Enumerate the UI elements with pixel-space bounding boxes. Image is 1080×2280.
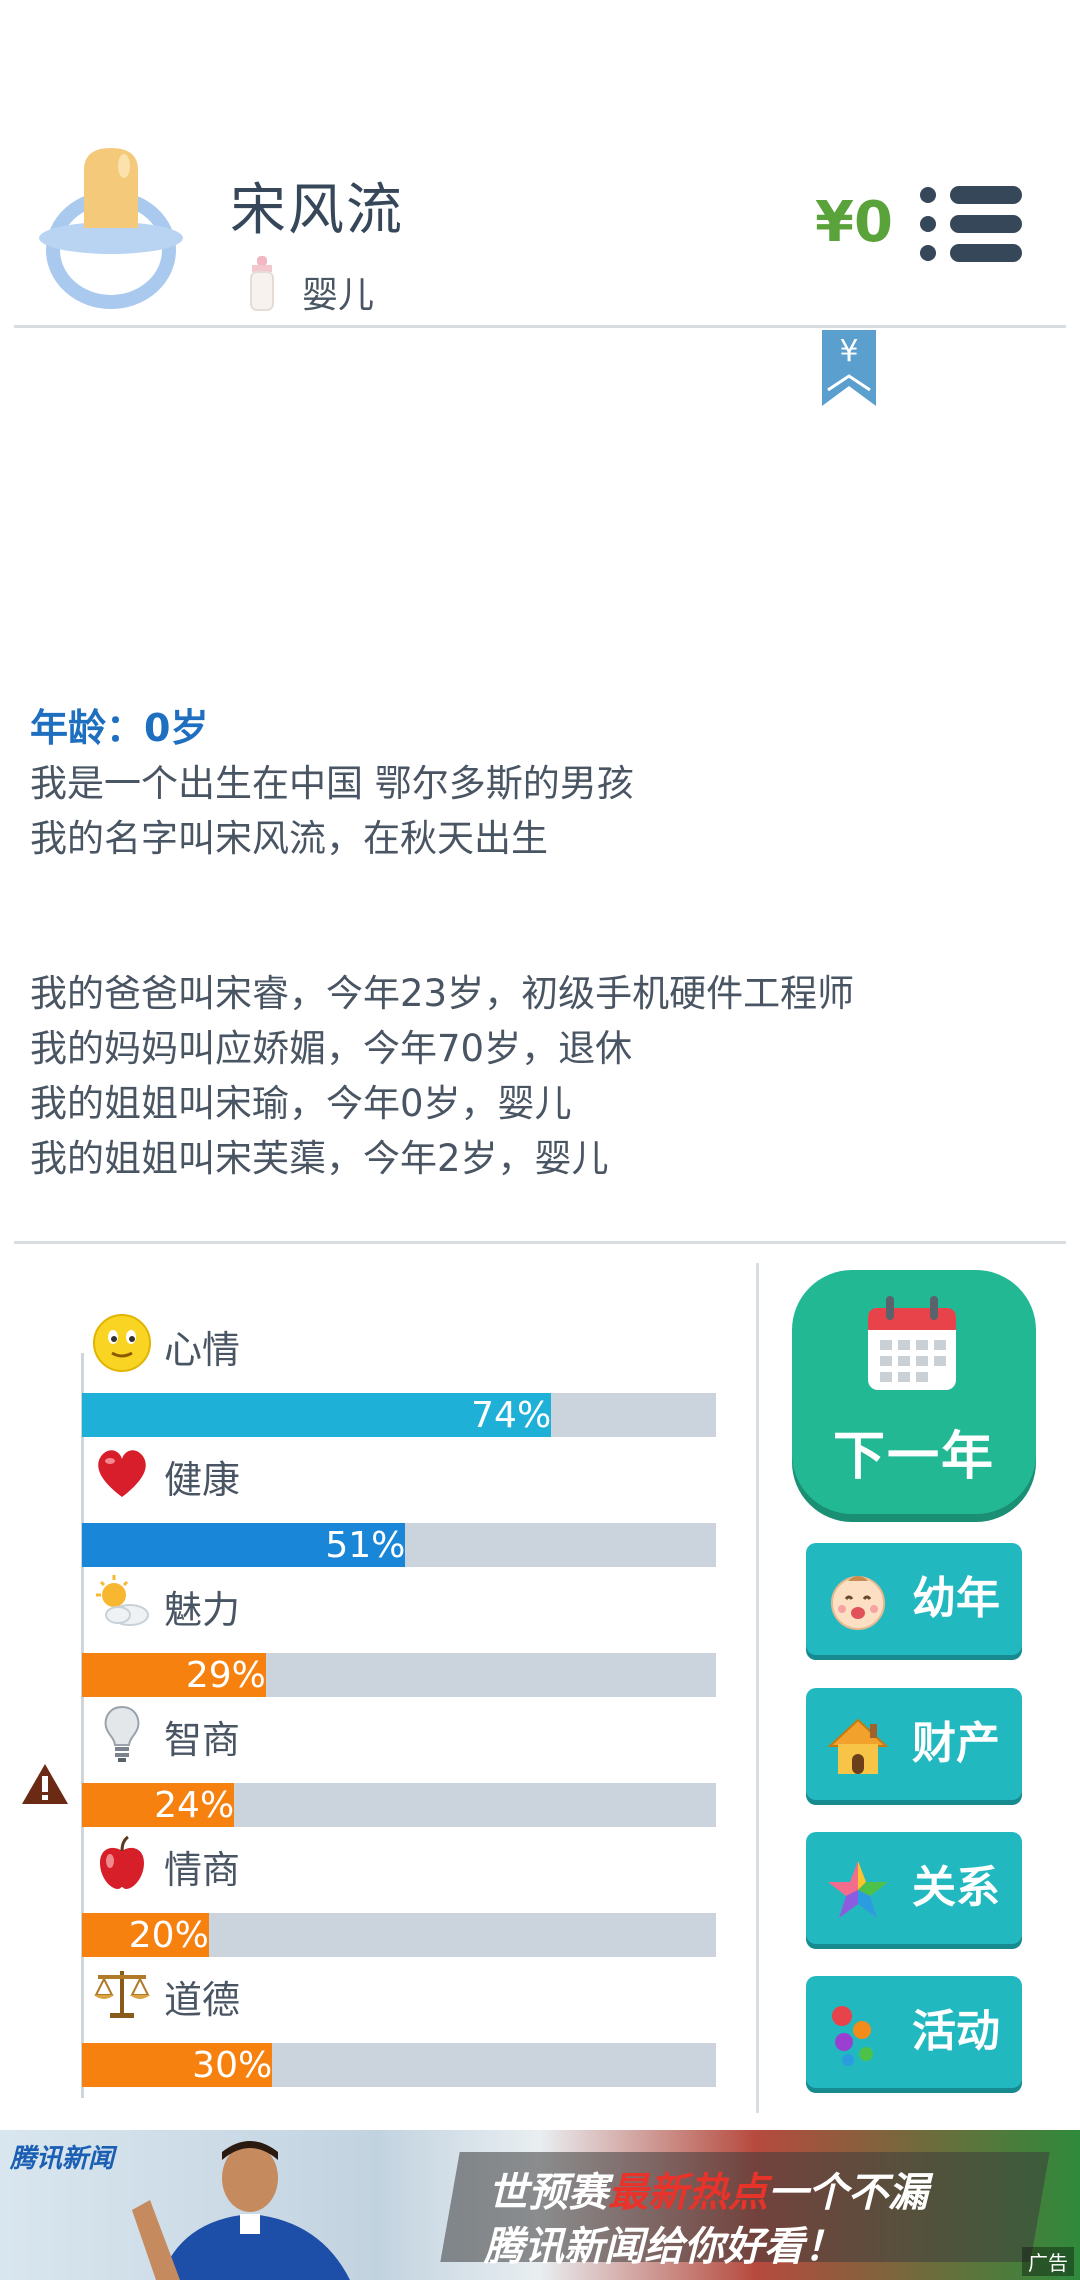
property-label: 财产	[912, 1718, 1000, 1769]
menu-icon-bar	[950, 186, 1022, 204]
house-icon	[827, 1718, 889, 1774]
ad-headline-part: 世预赛	[488, 2170, 608, 2216]
smiley-icon	[93, 1314, 151, 1372]
stat-bar-fill: 29%	[82, 1653, 266, 1697]
bookmark-symbol: ¥	[839, 334, 859, 369]
ad-tag: 广告	[1022, 2247, 1074, 2276]
stat-bar-track: 74%	[82, 1393, 716, 1437]
player-name: 宋风流	[230, 178, 404, 243]
menu-icon-dot	[920, 245, 936, 261]
stat-iq: 智商 24%	[82, 1699, 716, 1829]
relations-label: 关系	[912, 1862, 1000, 1913]
next-year-label: 下一年	[832, 1427, 995, 1487]
family-line: 我的姐姐叫宋瑜，今年0岁，婴儿	[30, 1082, 572, 1125]
stat-name: 健康	[164, 1458, 241, 1502]
ad-logo: 腾讯新闻	[10, 2144, 115, 2174]
activities-button[interactable]: 活动	[806, 1976, 1022, 2088]
money-balance: ¥0	[815, 190, 893, 255]
menu-button[interactable]	[920, 185, 1022, 263]
menu-icon-dot	[920, 216, 936, 232]
story-divider	[14, 1241, 1066, 1244]
stat-name: 魅力	[164, 1588, 241, 1632]
baby-face-icon	[831, 1576, 885, 1630]
stat-bar-fill: 74%	[82, 1393, 552, 1437]
childhood-button[interactable]: 幼年	[806, 1543, 1022, 1655]
stat-bar-fill: 20%	[82, 1913, 209, 1957]
baby-bottle-icon	[250, 256, 274, 311]
stat-mood: 心情 74%	[82, 1309, 716, 1439]
ad-headline-part: 一个不漏	[768, 2170, 928, 2216]
activities-label: 活动	[912, 2006, 1000, 2057]
panel-divider	[756, 1263, 759, 2113]
childhood-label: 幼年	[912, 1573, 1000, 1624]
family-line: 我的姐姐叫宋芙蕖，今年2岁，婴儿	[30, 1137, 609, 1180]
bookmark-ribbon[interactable]: ¥	[822, 330, 876, 406]
stat-percent: 30%	[192, 2045, 273, 2086]
stat-percent: 51%	[325, 1525, 406, 1566]
age-title: 年龄：0岁	[30, 706, 209, 750]
ad-banner[interactable]: 腾讯新闻 世预赛最新热点一个不漏 腾讯新闻给你好看！ 广告	[0, 2130, 1080, 2280]
stat-percent: 24%	[154, 1785, 235, 1826]
relations-button[interactable]: 关系	[806, 1832, 1022, 1944]
star-icon	[828, 1861, 888, 1918]
header-divider	[14, 325, 1066, 328]
stat-charm: 魅力 29%	[82, 1569, 716, 1699]
stat-bar-fill: 24%	[82, 1783, 235, 1827]
family-line: 我的爸爸叫宋睿，今年23岁，初级手机硬件工程师	[30, 972, 855, 1015]
ad-headline: 世预赛最新热点一个不漏	[488, 2160, 928, 2218]
lightbulb-icon	[104, 1705, 140, 1762]
pacifier-icon	[39, 148, 183, 309]
menu-icon-bar	[950, 215, 1022, 233]
ad-headline-hot: 最新热点	[608, 2170, 768, 2216]
scales-icon	[94, 1971, 150, 2018]
stat-name: 心情	[164, 1328, 241, 1372]
stat-percent: 74%	[471, 1395, 552, 1436]
stat-percent: 29%	[185, 1655, 266, 1696]
ad-player-image	[132, 2141, 350, 2280]
stat-bar-fill: 51%	[82, 1523, 406, 1567]
stat-health: 健康 51%	[82, 1439, 716, 1569]
story-line: 我是一个出生在中国 鄂尔多斯的男孩	[30, 762, 634, 805]
stat-morality: 道德 30%	[82, 1959, 716, 2089]
menu-icon-bar	[950, 244, 1022, 262]
menu-icon-dot	[920, 187, 936, 203]
ad-subline: 腾讯新闻给你好看！	[484, 2224, 844, 2270]
header: 宋风流 婴儿 ¥0	[0, 0, 1080, 330]
stat-percent: 20%	[128, 1915, 209, 1956]
stat-bar-fill: 30%	[82, 2043, 273, 2087]
sun-cloud-icon	[96, 1575, 149, 1626]
stat-bar-track: 20%	[82, 1913, 716, 1957]
apple-icon	[100, 1835, 144, 1889]
stat-name: 道德	[164, 1978, 241, 2022]
stat-bar-track: 29%	[82, 1653, 716, 1697]
property-button[interactable]: 财产	[806, 1688, 1022, 1800]
molecule-icon	[832, 2006, 873, 2066]
stat-name: 情商	[164, 1848, 241, 1892]
stat-name: 智商	[164, 1718, 241, 1762]
life-stage-label: 婴儿	[302, 275, 375, 316]
next-year-button[interactable]: 下一年	[792, 1270, 1036, 1514]
life-story: 年龄：0岁 我是一个出生在中国 鄂尔多斯的男孩 我的名字叫宋风流，在秋天出生 我…	[30, 700, 1050, 1186]
family-line: 我的妈妈叫应娇媚，今年70岁，退休	[30, 1027, 633, 1070]
story-line: 我的名字叫宋风流，在秋天出生	[30, 817, 548, 860]
warning-icon[interactable]	[20, 1762, 70, 1806]
calendar-icon	[868, 1296, 956, 1390]
stat-eq: 情商 20%	[82, 1829, 716, 1959]
stat-bar-track: 24%	[82, 1783, 716, 1827]
stat-bar-track: 51%	[82, 1523, 716, 1567]
heart-icon	[98, 1450, 146, 1497]
stat-bar-track: 30%	[82, 2043, 716, 2087]
